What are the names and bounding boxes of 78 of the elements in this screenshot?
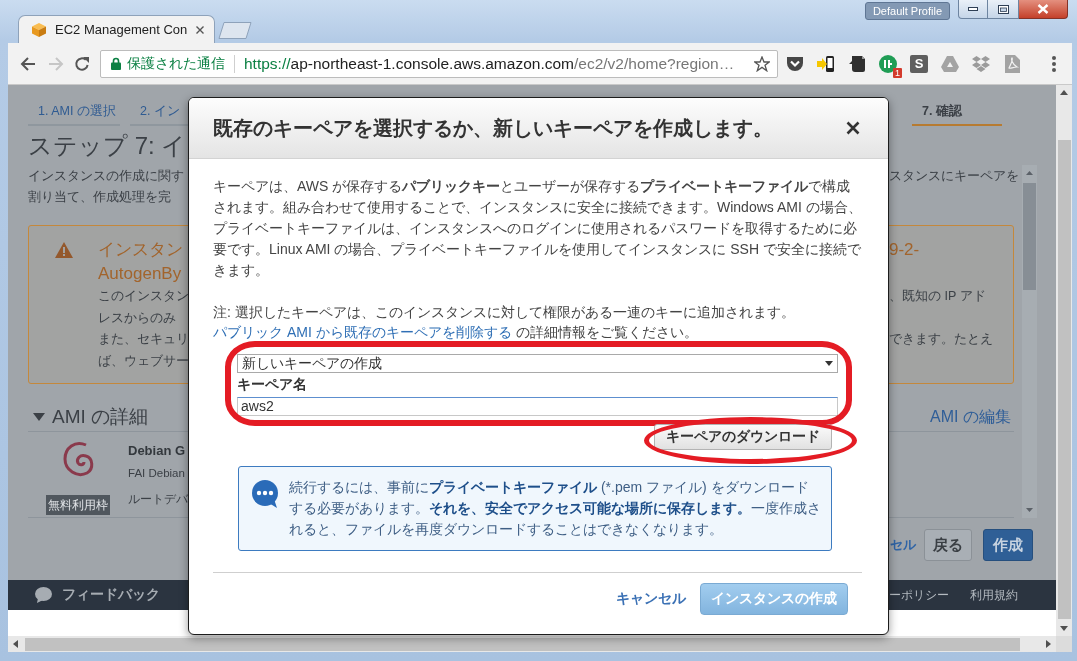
up-arrow-icon[interactable] [1026, 171, 1033, 175]
close-icon [1037, 4, 1049, 14]
warning-text: このインスタン [98, 288, 189, 305]
warning-text: できます。たとえ [889, 331, 993, 348]
minimize-button[interactable] [958, 0, 988, 19]
shield-icon[interactable] [786, 54, 804, 73]
cube-icon [31, 21, 47, 38]
browser-tab[interactable]: EC2 Management Con [18, 15, 215, 43]
lock-icon [111, 57, 121, 70]
swirl-logo-icon [61, 439, 95, 479]
primary-button[interactable]: 作成 [983, 529, 1033, 561]
close-window-button[interactable] [1019, 0, 1068, 19]
star-icon[interactable] [754, 55, 770, 72]
close-icon[interactable] [196, 25, 204, 34]
key-pair-select[interactable]: 新しいキーペアの作成 [237, 354, 838, 373]
footer-link[interactable]: 利用規約 [970, 586, 1018, 604]
chat-bubble-icon [250, 480, 280, 508]
security-label: 保護された通信 [127, 54, 225, 73]
down-arrow-icon[interactable] [1060, 626, 1068, 631]
scrollbar-track[interactable] [1022, 165, 1037, 518]
key-pair-name-input[interactable]: aws2 [237, 397, 838, 416]
footer-link[interactable]: ーポリシー [889, 586, 949, 604]
root-device-text: ルートデバ [128, 492, 188, 507]
warning-title: 9-2- [889, 239, 920, 261]
warning-text: 、既知の IP アド [889, 288, 986, 305]
notification-badge: 1 [893, 67, 902, 78]
step-tab[interactable]: 7. 確認 [912, 100, 1002, 126]
maximize-button[interactable] [988, 0, 1019, 19]
caret-down-icon[interactable] [33, 413, 45, 421]
feedback-link[interactable]: フィードバック [62, 586, 160, 604]
info-text: 続行するには、事前にプライベートキーファイル (*.pem ファイル) をダウンロードする必要があります。それを、安全でアクセス可能な場所に保存します。一度作成されると、ファイルを再度ダウンロードすることはできなくなります。 [289, 478, 821, 539]
minimize-icon [968, 7, 978, 11]
warning-text: レスからのみ [98, 309, 176, 327]
warning-title: インスタン [98, 239, 183, 261]
modal-title: 既存のキーペアを選択するか、新しいキーペアを作成します。 [213, 115, 773, 141]
free-tier-badge: 無料利用枠 [46, 495, 110, 515]
edit-link[interactable]: AMI の編集 [930, 406, 1011, 428]
scrollbar-thumb[interactable] [25, 637, 1020, 651]
close-icon[interactable] [846, 121, 860, 135]
warning-text: また、セキュリ [98, 331, 189, 348]
step-tab[interactable]: 1. AMI の選択 [28, 100, 120, 126]
url-text: https://ap-northeast-1.console.aws.amazon.com/ec2/v2/home?region… [244, 54, 735, 73]
left-arrow-icon[interactable] [13, 640, 18, 648]
scrollbar-thumb[interactable] [1057, 140, 1071, 619]
ami-description: FAI Debian [128, 466, 185, 481]
address-bar[interactable]: 保護された通信 https://ap-northeast-1.console.aws.amazon.com/ec2/v2/home?region… [100, 49, 778, 78]
delete-key-pair-link[interactable]: パブリック AMI から既存のキーペアを削除する [213, 324, 512, 340]
up-arrow-icon[interactable] [1060, 90, 1068, 95]
warning-text: ば、ウェブサー [98, 352, 189, 370]
down-arrow-icon[interactable] [1026, 508, 1033, 512]
speech-bubble-icon [35, 587, 52, 603]
intro-text: キーペアは、AWS が保存するパブリックキーとユーザーが保存するプライベートキーファイルで構成されます。組み合わせて使用することで、インスタンスに安全に接続できます。Windows AMI の場合、プライベートキーファイルは、インスタンスへのログインに使用されるパスワードを取得するために必要です。Linux AMI の場合、プライベートキーファイルを使用してインスタンスに SSH で安全に接続できます。 [213, 177, 862, 280]
letter-tile-icon[interactable]: S [910, 54, 928, 73]
field-label: キーペア名 [237, 376, 307, 394]
ami-name: Debian G [128, 442, 186, 460]
description-text: 割り当て、作成処理を完 [28, 188, 171, 206]
scrollbar-thumb[interactable] [1023, 183, 1036, 290]
maximize-icon [997, 4, 1009, 14]
profile-button[interactable]: Default Profile [864, 2, 950, 20]
section-title: AMI の詳細 [52, 405, 149, 429]
right-arrow-icon[interactable] [1046, 640, 1051, 648]
phone-arrow-icon[interactable] [817, 54, 835, 73]
menu-icon[interactable] [1052, 55, 1056, 72]
description-text: スタンスにキーペアを [889, 167, 1019, 185]
reload-icon[interactable] [74, 55, 90, 72]
back-arrow-icon[interactable] [20, 55, 36, 72]
warning-icon [55, 242, 73, 258]
note-text: 注: 選択したキーペアは、このインスタンスに対して権限がある一連のキーに追加されます。 パブリック AMI から既存のキーペアを削除する の詳細情報をご覧ください。 [213, 303, 796, 342]
cancel-link[interactable]: キャンセル [616, 590, 686, 608]
description-text: インスタンスの作成に関す [28, 167, 184, 185]
download-button[interactable]: キーペアのダウンロード [654, 424, 832, 450]
page-heading: ステップ 7: イ [28, 130, 187, 161]
warning-title: AutogenBy [98, 263, 182, 285]
scrollbar-corner [1056, 636, 1072, 652]
note-icon[interactable] [848, 54, 866, 73]
secondary-button[interactable]: 戻る [924, 529, 972, 561]
caret-down-icon [825, 361, 833, 366]
circle-icon[interactable] [879, 54, 897, 73]
